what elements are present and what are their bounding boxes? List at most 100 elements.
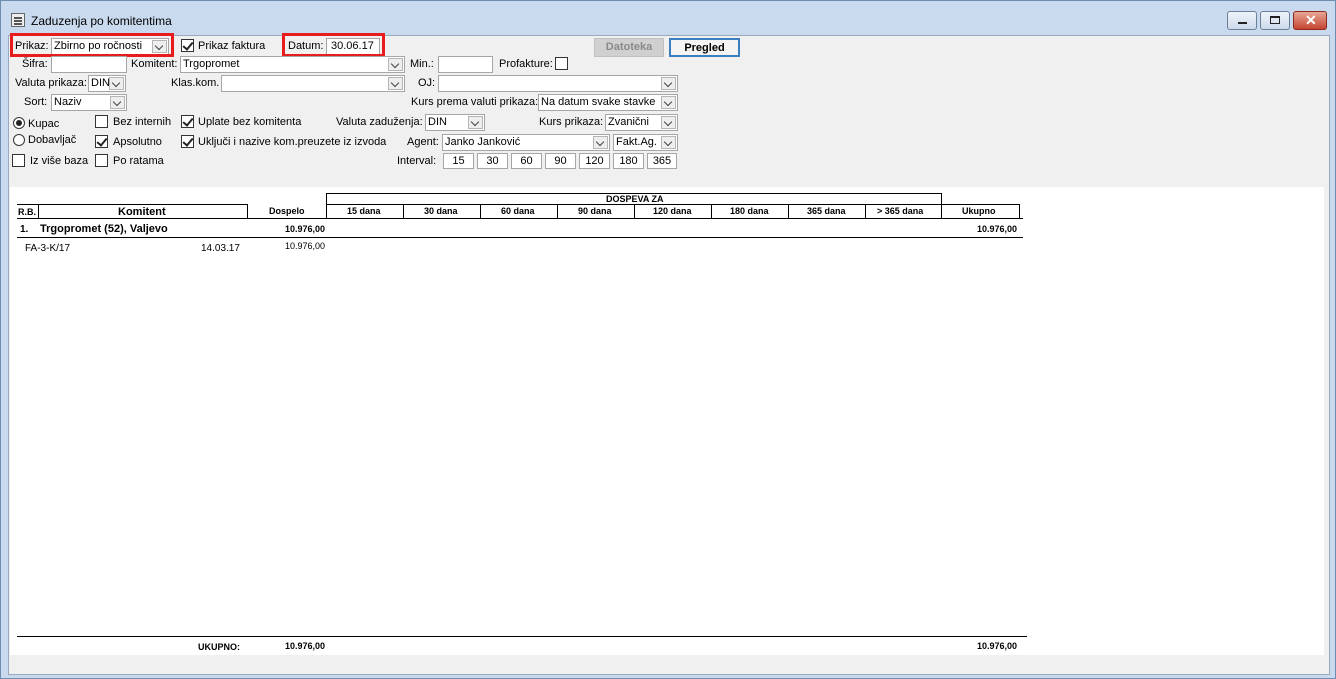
total-ukupno: 10.976,00	[977, 641, 1018, 651]
header-rule	[17, 204, 248, 205]
maximize-button[interactable]	[1260, 11, 1290, 30]
highlight-prikaz	[10, 33, 174, 57]
iz-vise-baza-checkbox[interactable]	[12, 154, 25, 167]
window-title: Zaduzenja po komitentima	[31, 14, 172, 28]
pregled-button[interactable]: Pregled	[669, 38, 740, 57]
chevron-down-icon[interactable]	[388, 77, 403, 90]
maximize-icon	[1270, 16, 1280, 24]
highlight-datum	[282, 33, 385, 57]
item-dospelo: 10.976,00	[285, 241, 326, 251]
prikaz-faktura-checkbox[interactable]	[181, 39, 194, 52]
uplate-bez-label: Uplate bez komitenta	[198, 116, 302, 128]
group-rule	[17, 237, 1023, 238]
kurs-prema-select[interactable]: Na datum svake stavke	[538, 94, 678, 111]
chevron-down-icon[interactable]	[468, 116, 483, 129]
d60-header: 60 dana	[501, 206, 535, 216]
ukupno-header: Ukupno	[962, 206, 996, 216]
d15-header: 15 dana	[347, 206, 381, 216]
po-ratama-label: Po ratama	[113, 155, 164, 167]
min-input[interactable]	[438, 56, 493, 73]
sort-label: Sort:	[24, 96, 48, 108]
header-rule	[17, 218, 1023, 219]
header-rule	[865, 204, 866, 218]
dospeva-za-header: DOSPEVA ZA	[606, 194, 664, 204]
kurs-prikaza-select[interactable]: Zvanični	[605, 114, 678, 131]
valuta-zaduzenja-value: DIN	[428, 116, 447, 128]
header-rule	[403, 204, 404, 218]
report-view[interactable]: DOSPEVA ZA R.B. Komitent Dospelo 15 dana…	[10, 187, 1324, 655]
klas-kom-select[interactable]	[221, 75, 405, 92]
kupac-radio[interactable]	[13, 117, 25, 129]
group-name: Trgopromet (52), Valjevo	[40, 223, 168, 235]
header-rule	[247, 204, 248, 218]
bez-internih-checkbox[interactable]	[95, 115, 108, 128]
chevron-down-icon[interactable]	[661, 96, 676, 109]
ukljuci-label: Uključi i nazive kom.preuzete iz izvoda	[198, 136, 387, 148]
close-icon: ✕	[1305, 12, 1317, 28]
status-strip	[10, 661, 1324, 669]
title-bar[interactable]: Zaduzenja po komitentima ✕	[1, 1, 1335, 33]
item-document: FA-3-K/17	[25, 243, 71, 254]
minimize-button[interactable]	[1227, 11, 1257, 30]
fakt-ag-value: Fakt.Ag.	[616, 136, 657, 148]
interval-120-input[interactable]: 120	[579, 153, 610, 169]
item-date: 14.03.17	[201, 243, 240, 254]
group-dospelo: 10.976,00	[285, 224, 326, 234]
komitent-label: Komitent:	[131, 58, 178, 70]
chevron-down-icon[interactable]	[661, 116, 676, 129]
interval-60-input[interactable]: 60	[511, 153, 542, 169]
chevron-down-icon[interactable]	[593, 136, 608, 149]
header-rule	[711, 204, 712, 218]
interval-30-input[interactable]: 30	[477, 153, 508, 169]
d365-header: 365 dana	[807, 206, 846, 216]
sort-select[interactable]: Naziv	[51, 94, 127, 111]
uplate-bez-checkbox[interactable]	[181, 115, 194, 128]
rb-header: R.B.	[18, 207, 36, 217]
dobavljac-radio[interactable]	[13, 134, 25, 146]
oj-label: OJ:	[418, 77, 436, 89]
interval-180-input[interactable]: 180	[613, 153, 644, 169]
sifra-label: Šifra:	[22, 58, 48, 70]
datoteka-button[interactable]: Datoteka	[594, 38, 664, 57]
dmore-header: > 365 dana	[877, 206, 924, 216]
chevron-down-icon[interactable]	[661, 136, 676, 149]
agent-value: Janko Janković	[445, 136, 521, 148]
po-ratama-checkbox[interactable]	[95, 154, 108, 167]
chevron-down-icon[interactable]	[388, 58, 403, 71]
header-rule	[788, 204, 789, 218]
d30-header: 30 dana	[424, 206, 458, 216]
prikaz-faktura-label: Prikaz faktura	[198, 40, 266, 52]
header-rule	[480, 204, 481, 218]
oj-select[interactable]	[438, 75, 678, 92]
chevron-down-icon[interactable]	[109, 77, 124, 90]
total-rule	[17, 636, 1027, 637]
d120-header: 120 dana	[653, 206, 692, 216]
agent-select[interactable]: Janko Janković	[442, 134, 610, 151]
interval-90-input[interactable]: 90	[545, 153, 576, 169]
d90-header: 90 dana	[578, 206, 612, 216]
chevron-down-icon[interactable]	[110, 96, 125, 109]
interval-label: Interval:	[397, 155, 437, 167]
apsolutno-checkbox[interactable]	[95, 135, 108, 148]
chevron-down-icon[interactable]	[661, 77, 676, 90]
group-ukupno: 10.976,00	[977, 224, 1018, 234]
interval-365-input[interactable]: 365	[647, 153, 677, 169]
agent-label: Agent:	[407, 136, 439, 148]
valuta-prikaza-select[interactable]: DIN	[88, 75, 126, 92]
profakture-checkbox[interactable]	[555, 57, 568, 70]
bez-internih-label: Bez internih	[113, 116, 172, 128]
ukljuci-checkbox[interactable]	[181, 135, 194, 148]
dobavljac-label: Dobavljač	[28, 134, 77, 146]
sifra-input[interactable]	[51, 56, 127, 73]
d180-header: 180 dana	[730, 206, 769, 216]
komitent-select[interactable]: Trgopromet	[180, 56, 405, 73]
min-label: Min.:	[410, 58, 434, 70]
klas-kom-label: Klas.kom.	[171, 77, 220, 89]
fakt-ag-select[interactable]: Fakt.Ag.	[613, 134, 678, 151]
interval-15-input[interactable]: 15	[443, 153, 474, 169]
close-button[interactable]: ✕	[1293, 11, 1327, 30]
valuta-zaduzenja-label: Valuta zaduženja:	[336, 116, 423, 128]
valuta-zaduzenja-select[interactable]: DIN	[425, 114, 485, 131]
app-icon	[11, 13, 25, 27]
valuta-prikaza-value: DIN	[91, 77, 110, 89]
